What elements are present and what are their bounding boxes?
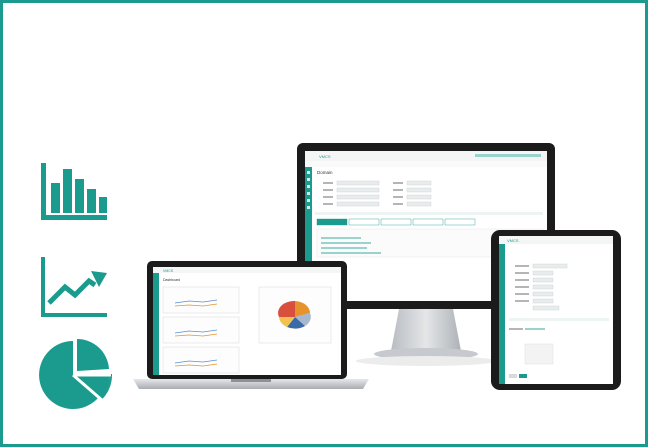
illustration-frame: VMCS Domain VMCS Dashboard VMCS <box>0 0 648 447</box>
pie-chart-icon <box>39 338 113 409</box>
tablet-device: VMCS <box>491 230 621 390</box>
side-icon-column <box>37 161 115 413</box>
monitor-section-title: Domain <box>317 170 333 175</box>
monitor-app-name: VMCS <box>319 154 331 159</box>
laptop-section-title: Dashboard <box>163 278 180 282</box>
trend-line-icon <box>41 257 107 317</box>
bar-chart-icon <box>41 163 107 220</box>
laptop-device: VMCS Dashboard <box>133 261 369 389</box>
tablet-app-name: VMCS <box>507 238 519 243</box>
laptop-app-name: VMCS <box>163 269 174 273</box>
